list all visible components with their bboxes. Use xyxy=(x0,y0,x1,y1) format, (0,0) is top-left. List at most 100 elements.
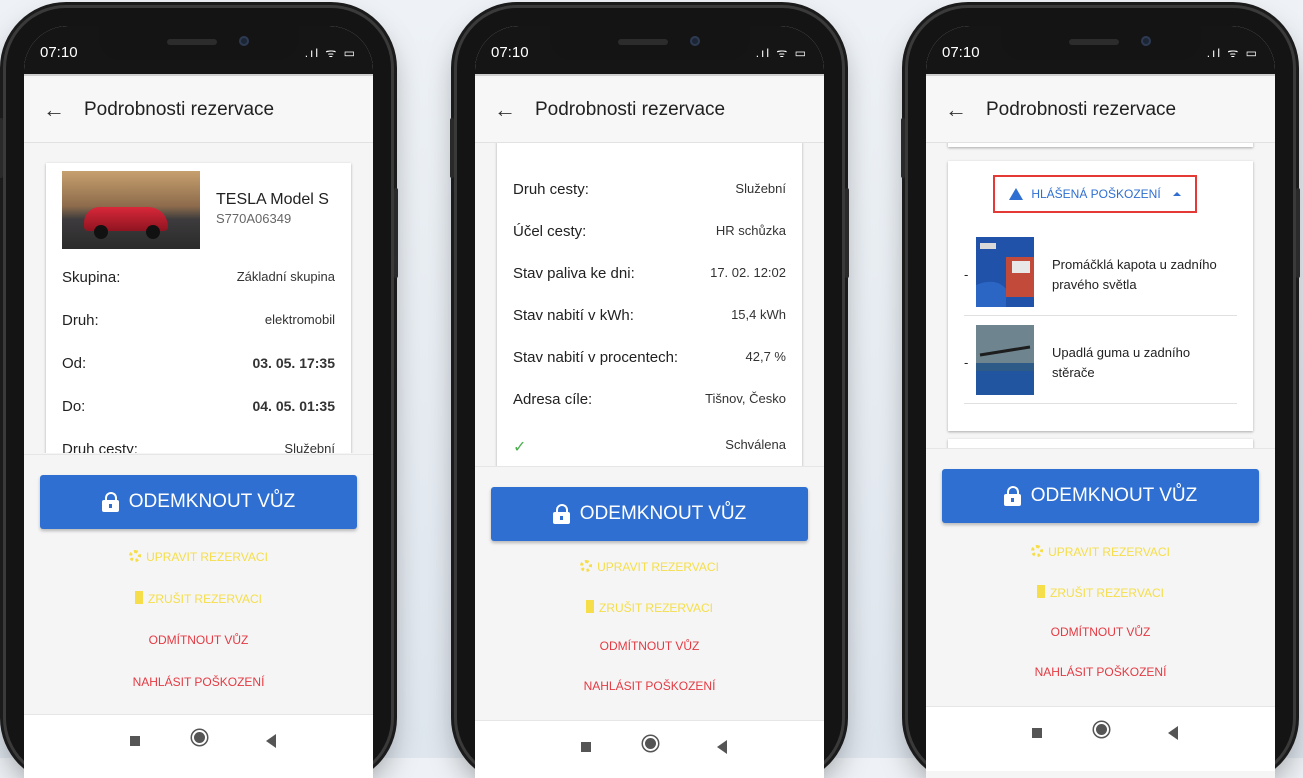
report-damage-button[interactable]: NAHLÁSIT POŠKOZENÍ xyxy=(475,679,824,693)
detail-row-type: Druh: elektromobil xyxy=(62,312,335,329)
cancel-reservation-button[interactable]: ZRUŠIT REZERVACI xyxy=(475,600,824,615)
notch xyxy=(98,26,299,60)
row-value: Služební xyxy=(284,441,335,453)
gear-icon xyxy=(1031,545,1044,557)
damage-item[interactable]: - Promáčklá kapota u zadního pravého svě… xyxy=(964,229,1237,316)
warning-icon xyxy=(1009,188,1024,200)
page-title: Podrobnosti rezervace xyxy=(84,99,275,120)
row-label: Druh cesty: xyxy=(513,181,589,198)
cancel-reservation-button[interactable]: ZRUŠIT REZERVACI xyxy=(24,591,373,606)
edit-reservation-button[interactable]: UPRAVIT REZERVACI xyxy=(24,550,373,564)
detail-row-charge-percent: Stav nabití v procentech: 42,7 % xyxy=(513,349,786,366)
lock-icon xyxy=(552,504,570,524)
home-icon[interactable] xyxy=(194,732,205,743)
cancel-reservation-button[interactable]: ZRUŠIT REZERVACI xyxy=(926,585,1275,600)
detail-row-trip-type: Druh cesty: Služební xyxy=(513,181,786,198)
row-label: Skupina: xyxy=(62,269,121,286)
damages-header: HLÁŠENÁ POŠKOZENÍ xyxy=(1031,187,1161,201)
edit-label: UPRAVIT REZERVACI xyxy=(1048,545,1170,559)
report-damage-button[interactable]: NAHLÁSIT POŠKOZENÍ xyxy=(926,665,1275,679)
damages-card: HLÁŠENÁ POŠKOZENÍ - Promáčklá kapota u z… xyxy=(948,161,1253,431)
damage-photo[interactable] xyxy=(976,237,1034,307)
damage-item[interactable]: - Upadlá guma u zadního stěrače xyxy=(964,317,1237,404)
reservation-card: Druh cesty: Služební Účel cesty: HR schů… xyxy=(497,143,802,483)
lock-icon xyxy=(1003,486,1021,506)
details-content[interactable]: TESLA Model S S770A06349 Skupina: Základ… xyxy=(24,143,373,453)
unlock-car-button[interactable]: ODEMKNOUT VŮZ xyxy=(942,469,1259,523)
row-label: Stav paliva ke dni: xyxy=(513,265,635,282)
edit-reservation-button[interactable]: UPRAVIT REZERVACI xyxy=(475,560,824,574)
reservation-card: TESLA Model S S770A06349 Skupina: Základ… xyxy=(46,163,351,453)
edit-label: UPRAVIT REZERVACI xyxy=(597,560,719,574)
system-nav-bar xyxy=(926,706,1275,771)
row-label: Od: xyxy=(62,355,87,372)
unlock-car-button[interactable]: ODEMKNOUT VŮZ xyxy=(491,487,808,541)
row-value: 03. 05. 17:35 xyxy=(252,355,335,371)
unlock-label: ODEMKNOUT VŮZ xyxy=(1030,485,1198,506)
row-label: Adresa cíle: xyxy=(513,391,593,408)
cancel-label: ZRUŠIT REZERVACI xyxy=(598,601,714,615)
damage-bullet: - xyxy=(964,267,969,282)
back-arrow-icon[interactable]: ← xyxy=(24,97,84,123)
notch xyxy=(549,26,750,60)
row-label: Druh: xyxy=(62,312,99,329)
row-value: Tišnov, Česko xyxy=(705,391,786,406)
app-bar: ← Podrobnosti rezervace xyxy=(475,78,824,143)
page-title: Podrobnosti rezervace xyxy=(535,99,726,120)
details-content[interactable]: Druh cesty: Služební Účel cesty: HR schů… xyxy=(475,143,824,483)
notch xyxy=(1000,26,1201,60)
trash-icon xyxy=(1036,585,1045,598)
details-content[interactable]: HLÁŠENÁ POŠKOZENÍ - Promáčklá kapota u z… xyxy=(926,143,1275,463)
row-value: HR schůzka xyxy=(715,223,786,238)
edit-reservation-button[interactable]: UPRAVIT REZERVACI xyxy=(926,545,1275,559)
reject-car-button[interactable]: ODMÍTNOUT VŮZ xyxy=(926,625,1275,639)
approval-status: Schválena xyxy=(725,437,786,452)
back-nav-icon[interactable] xyxy=(717,740,727,754)
row-value: 15,4 kWh xyxy=(731,307,786,322)
car-name: TESLA Model S xyxy=(216,191,329,208)
cancel-label: ZRUŠIT REZERVACI xyxy=(147,592,263,606)
screen-3: 07:10 .ıl ᯤ ▭ ← Podrobnosti rezervace HL… xyxy=(926,26,1275,778)
recents-icon[interactable] xyxy=(1032,728,1042,738)
damage-photo[interactable] xyxy=(976,325,1034,395)
damages-toggle[interactable]: HLÁŠENÁ POŠKOZENÍ xyxy=(993,175,1197,213)
trash-icon xyxy=(134,591,143,604)
recents-icon[interactable] xyxy=(581,742,591,752)
edit-label: UPRAVIT REZERVACI xyxy=(146,550,268,564)
cancel-label: ZRUŠIT REZERVACI xyxy=(1049,586,1165,600)
row-value: elektromobil xyxy=(264,312,335,327)
reject-car-button[interactable]: ODMÍTNOUT VŮZ xyxy=(24,633,373,647)
status-icons: .ıl ᯤ ▭ xyxy=(755,46,808,60)
gear-icon xyxy=(129,550,142,562)
home-icon[interactable] xyxy=(1096,724,1107,735)
status-icons: .ıl ᯤ ▭ xyxy=(1206,46,1259,60)
screen-2: 07:10 .ıl ᯤ ▭ ← Podrobnosti rezervace Dr… xyxy=(475,26,824,778)
back-nav-icon[interactable] xyxy=(266,734,276,748)
back-nav-icon[interactable] xyxy=(1168,726,1178,740)
car-photo xyxy=(62,171,200,249)
detail-row-fuel-date: Stav paliva ke dni: 17. 02. 12:02 xyxy=(513,265,786,282)
status-divider xyxy=(926,74,1275,76)
back-arrow-icon[interactable]: ← xyxy=(926,97,986,123)
status-divider xyxy=(24,74,373,76)
report-damage-button[interactable]: NAHLÁSIT POŠKOZENÍ xyxy=(24,675,373,689)
row-label: Druh cesty: xyxy=(62,441,138,453)
detail-row-trip-type: Druh cesty: Služební xyxy=(62,441,335,453)
row-label: Do: xyxy=(62,398,86,415)
status-time: 07:10 xyxy=(40,44,78,61)
status-time: 07:10 xyxy=(942,44,980,61)
unlock-label: ODEMKNOUT VŮZ xyxy=(128,491,296,512)
recents-icon[interactable] xyxy=(130,736,140,746)
status-divider xyxy=(475,74,824,76)
unlock-car-button[interactable]: ODEMKNOUT VŮZ xyxy=(40,475,357,529)
back-arrow-icon[interactable]: ← xyxy=(475,97,535,123)
system-nav-bar xyxy=(475,720,824,778)
reject-car-button[interactable]: ODMÍTNOUT VŮZ xyxy=(475,639,824,653)
phone-3: 07:10 .ıl ᯤ ▭ ← Podrobnosti rezervace HL… xyxy=(901,8,1300,778)
home-icon[interactable] xyxy=(645,738,656,749)
detail-row-destination: Adresa cíle: Tišnov, Česko xyxy=(513,391,786,408)
gear-icon xyxy=(580,560,593,572)
damage-bullet: - xyxy=(964,355,969,370)
trash-icon xyxy=(585,600,594,613)
system-nav-bar xyxy=(24,714,373,778)
